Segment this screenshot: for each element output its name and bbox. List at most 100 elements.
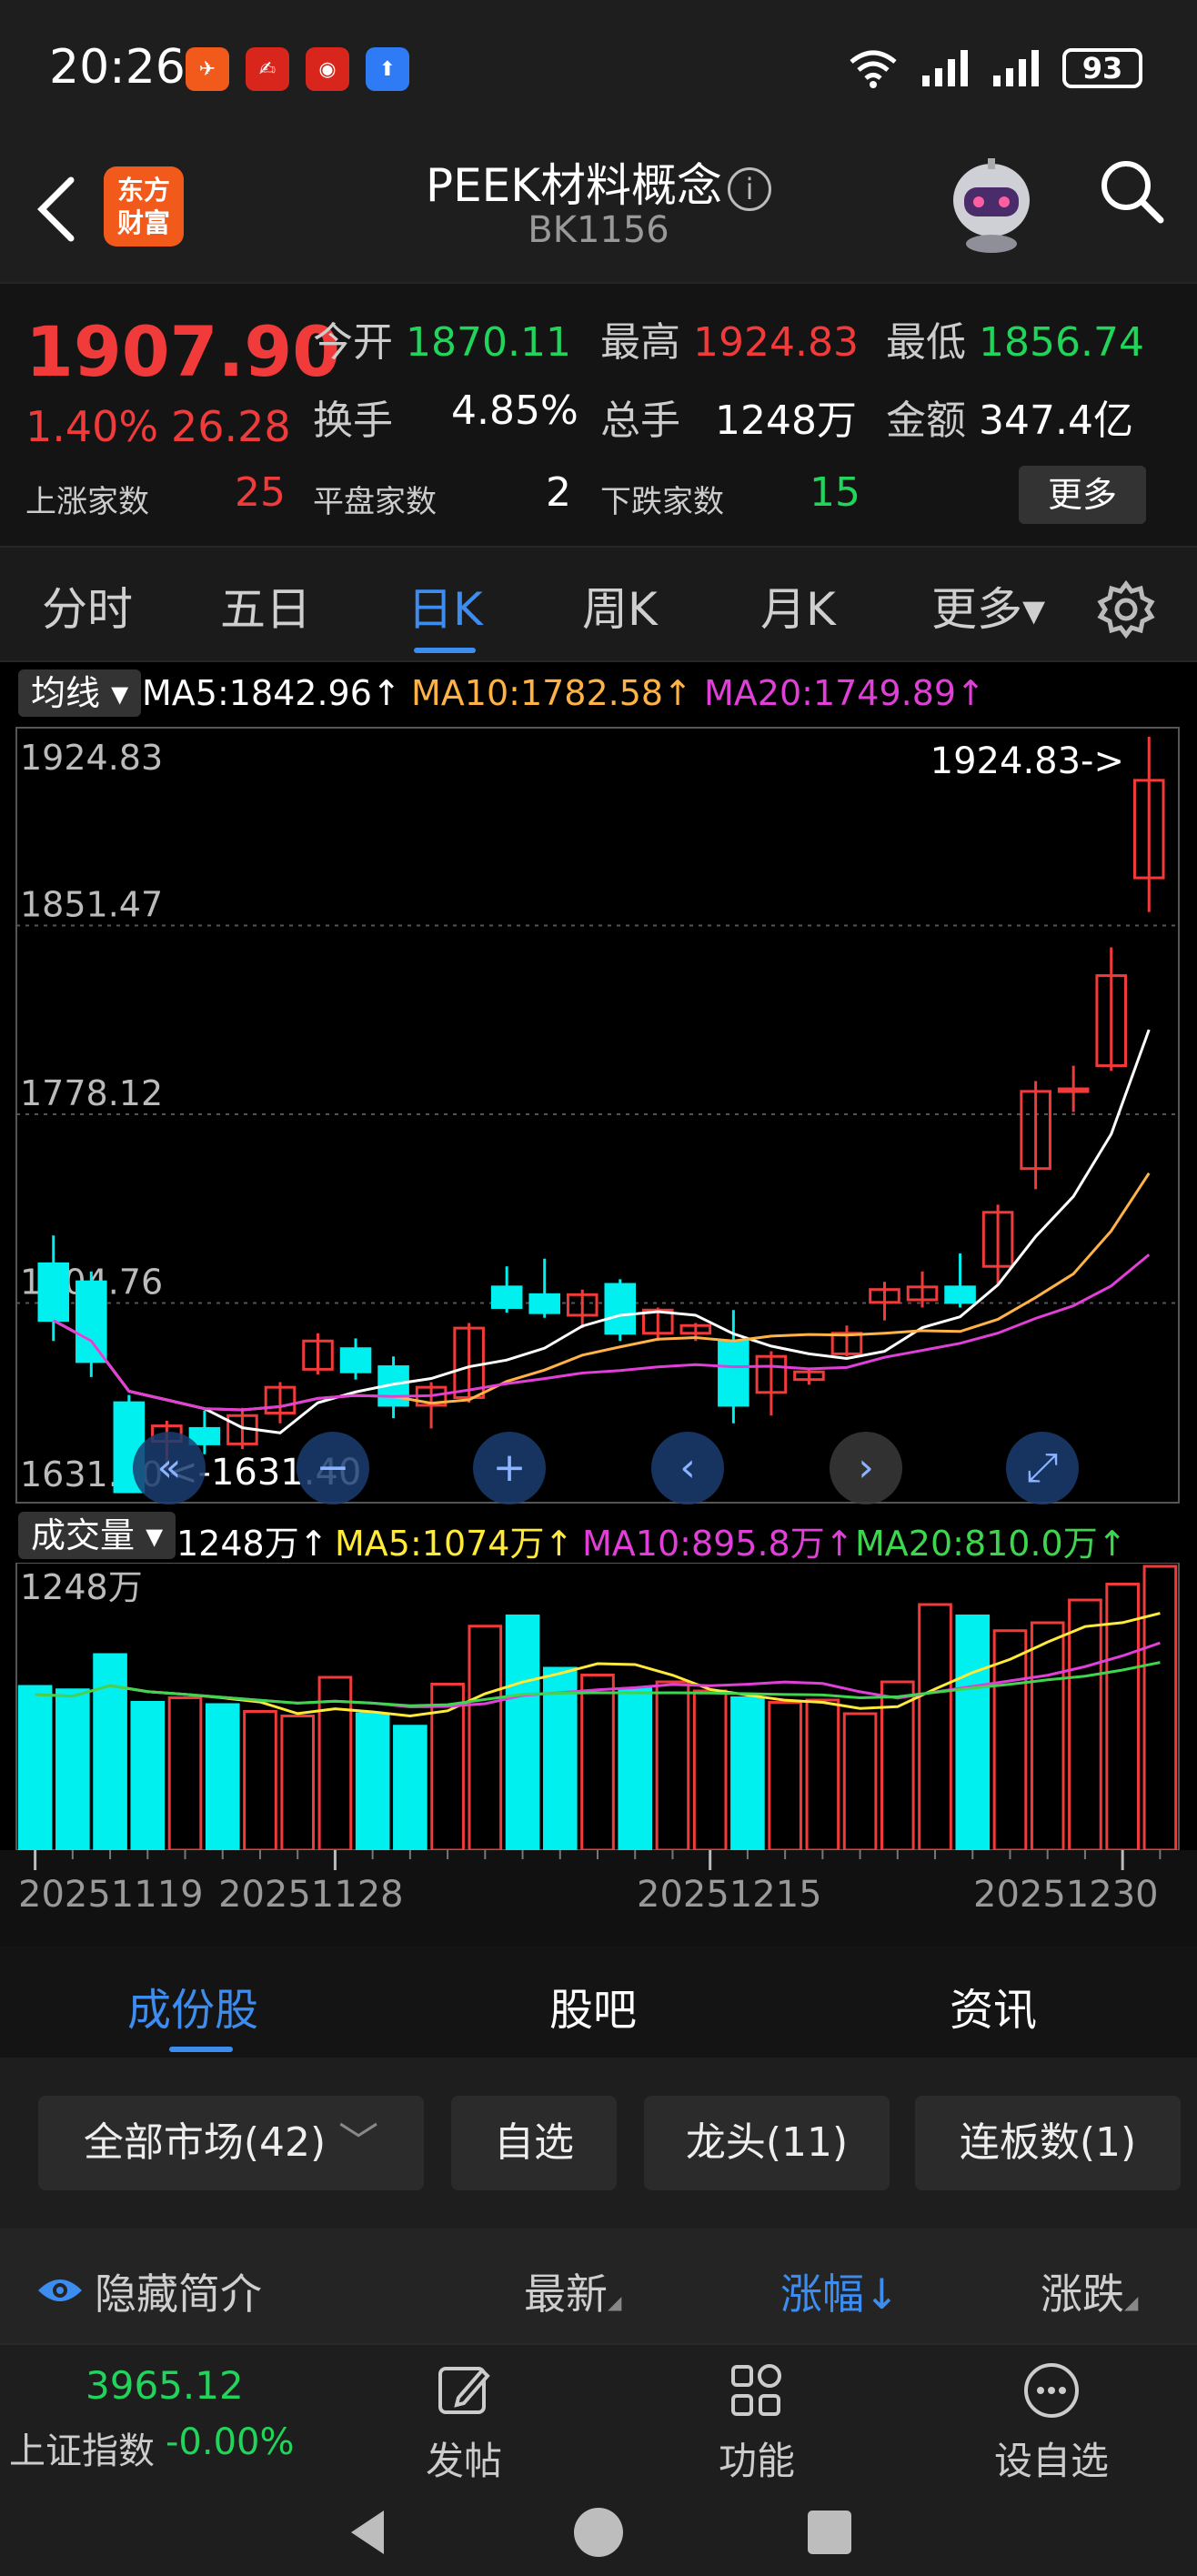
eye-icon[interactable] bbox=[36, 2274, 84, 2307]
volume-axis-label: 1248万 bbox=[20, 1567, 143, 1607]
more-dots-icon bbox=[1024, 2363, 1079, 2418]
add-icon[interactable]: + bbox=[473, 1432, 546, 1504]
volume-bar bbox=[580, 1674, 615, 1852]
volume-bar bbox=[393, 1725, 428, 1852]
bank-icon: ◉ bbox=[306, 47, 349, 91]
upload-icon: ⬆ bbox=[366, 47, 409, 91]
watchlist-filter[interactable]: 自选 bbox=[451, 2096, 617, 2190]
volume-frame bbox=[15, 1563, 1180, 1851]
low-field: 最低 1856.74 bbox=[886, 309, 1144, 367]
status-indicators: 93 bbox=[846, 47, 1142, 89]
tab-intraday[interactable]: 分时 bbox=[42, 573, 133, 639]
leader-filter[interactable]: 龙头(11) bbox=[644, 2096, 890, 2190]
nav-home-icon[interactable] bbox=[571, 2505, 626, 2560]
volume-selector[interactable]: 成交量 ▾ bbox=[18, 1512, 176, 1559]
candle-body bbox=[944, 1285, 976, 1304]
next-icon[interactable]: › bbox=[830, 1432, 902, 1504]
constituent-tabs: 成份股 股吧 资讯 bbox=[0, 1947, 1197, 2058]
volume-bar bbox=[55, 1688, 90, 1852]
functions-button[interactable]: 功能 bbox=[684, 2361, 830, 2486]
gear-icon[interactable] bbox=[1097, 580, 1155, 639]
volume-legend: 成交量 ▾ 1248万↑ MA5:1074万↑ MA10:895.8万↑ MA2… bbox=[0, 1508, 1197, 1564]
volume-bar bbox=[542, 1666, 578, 1852]
volume-bar bbox=[468, 1625, 503, 1852]
fullscreen-icon[interactable]: ⤢ bbox=[1006, 1432, 1079, 1504]
kline-chart-area[interactable]: 均线 ▾ MA5:1842.96↑ MA10:1782.58↑ MA20:174… bbox=[0, 662, 1197, 1947]
robot-assistant-icon[interactable] bbox=[946, 155, 1037, 255]
ma20-line bbox=[53, 1253, 1151, 1412]
more-button[interactable]: 更多 bbox=[1019, 466, 1146, 524]
volume-bar bbox=[280, 1715, 316, 1852]
volume-selector-label: 成交量 bbox=[31, 1515, 136, 1555]
kline-chart[interactable]: 1924.831851.471778.121704.761631.401924.… bbox=[0, 662, 1197, 1508]
low-label: 最低 bbox=[886, 319, 966, 366]
volume-bar bbox=[730, 1696, 765, 1852]
volume-bar bbox=[430, 1683, 465, 1852]
open-label: 今开 bbox=[313, 319, 393, 366]
tab-more[interactable]: 更多▾ bbox=[931, 573, 1045, 639]
volume-chart[interactable]: 1248万 20251119 20251128 20251215 20251230 bbox=[0, 1563, 1197, 1947]
sort-indicator-icon: ◢ bbox=[608, 2291, 622, 2313]
index-name: 上证指数 bbox=[9, 2430, 155, 2472]
date-label: 20251215 bbox=[637, 1874, 822, 1916]
volume-bar bbox=[355, 1712, 390, 1852]
zoom-in-icon[interactable]: − bbox=[297, 1432, 369, 1504]
status-time: 20:26 bbox=[49, 40, 186, 95]
candle-body bbox=[75, 1280, 107, 1363]
up-count-label: 上涨家数 bbox=[25, 484, 149, 520]
volume-value: 1248万 bbox=[715, 397, 857, 444]
tab-constituents[interactable]: 成份股 bbox=[127, 1974, 258, 2038]
tab-forum[interactable]: 股吧 bbox=[549, 1974, 637, 2038]
volume-bar bbox=[167, 1696, 203, 1852]
volume-bar bbox=[317, 1675, 353, 1852]
hide-intro-toggle[interactable]: 隐藏简介 bbox=[95, 2261, 262, 2321]
system-nav-bar bbox=[0, 2489, 1197, 2576]
vol-ma5-line bbox=[35, 1612, 1161, 1718]
zoom-out-icon-glyph: « bbox=[157, 1444, 182, 1491]
vol-ma5-legend: MA5:1074万↑ bbox=[335, 1524, 574, 1564]
add-watchlist-button[interactable]: 设自选 bbox=[979, 2361, 1124, 2486]
prev-icon[interactable]: ‹ bbox=[651, 1432, 724, 1504]
change-percent: 1.40% bbox=[25, 402, 159, 451]
volume-bar bbox=[918, 1603, 952, 1852]
post-button[interactable]: 发帖 bbox=[391, 2361, 537, 2486]
tab-weekly-k[interactable]: 周K bbox=[582, 573, 658, 639]
sort-latest-label: 最新 bbox=[524, 2269, 608, 2319]
candle-body bbox=[339, 1347, 372, 1374]
turnover-label: 换手 bbox=[313, 397, 393, 444]
volume-bar bbox=[768, 1701, 802, 1852]
tab-monthly-k[interactable]: 月K bbox=[760, 573, 836, 639]
zoom-out-icon[interactable]: « bbox=[133, 1432, 206, 1504]
candle-body bbox=[188, 1426, 221, 1445]
search-icon[interactable] bbox=[1097, 156, 1166, 226]
vol-ma10-legend: MA10:895.8万↑ bbox=[582, 1524, 854, 1564]
next-icon-glyph: › bbox=[858, 1444, 874, 1491]
quote-panel: 1907.90 1.40% 26.28 今开 1870.11 最高 1924.8… bbox=[0, 282, 1197, 546]
nav-recents-icon[interactable] bbox=[802, 2505, 857, 2560]
volume-bar bbox=[243, 1710, 277, 1852]
market-filter-dropdown[interactable]: 全部市场(42) ﹀ bbox=[38, 2096, 424, 2190]
info-icon[interactable]: i bbox=[728, 166, 772, 211]
sort-change-label: 涨跌 bbox=[1041, 2269, 1124, 2319]
tab-daily-k[interactable]: 日K bbox=[407, 573, 483, 639]
price-axis-label: 1924.83 bbox=[20, 738, 163, 778]
tab-news[interactable]: 资讯 bbox=[950, 1974, 1037, 2038]
bottom-nav: 3965.12 上证指数 -0.00% 发帖 功能 设自选 bbox=[0, 2343, 1197, 2489]
tab-five-day[interactable]: 五日 bbox=[220, 573, 311, 639]
nav-back-icon[interactable] bbox=[342, 2505, 397, 2560]
active-tab-indicator bbox=[414, 648, 476, 653]
post-label: 发帖 bbox=[425, 2439, 502, 2483]
sort-change-pct[interactable]: 涨幅↓ bbox=[780, 2261, 900, 2321]
signal-icon bbox=[922, 50, 968, 86]
sort-latest[interactable]: 最新◢ bbox=[524, 2261, 621, 2321]
sort-change[interactable]: 涨跌◢ bbox=[1041, 2261, 1138, 2321]
candle-body bbox=[37, 1262, 70, 1323]
board-name: PEEK材料概念 bbox=[425, 159, 723, 212]
prev-icon-glyph: ‹ bbox=[679, 1444, 696, 1491]
candle-body bbox=[1057, 1087, 1090, 1093]
zoom-in-icon-glyph: − bbox=[317, 1444, 350, 1491]
candle-body bbox=[490, 1285, 523, 1309]
date-label: 20251119 bbox=[18, 1874, 204, 1916]
index-change: -0.00% bbox=[166, 2421, 295, 2463]
streak-filter[interactable]: 连板数(1) bbox=[915, 2096, 1181, 2190]
